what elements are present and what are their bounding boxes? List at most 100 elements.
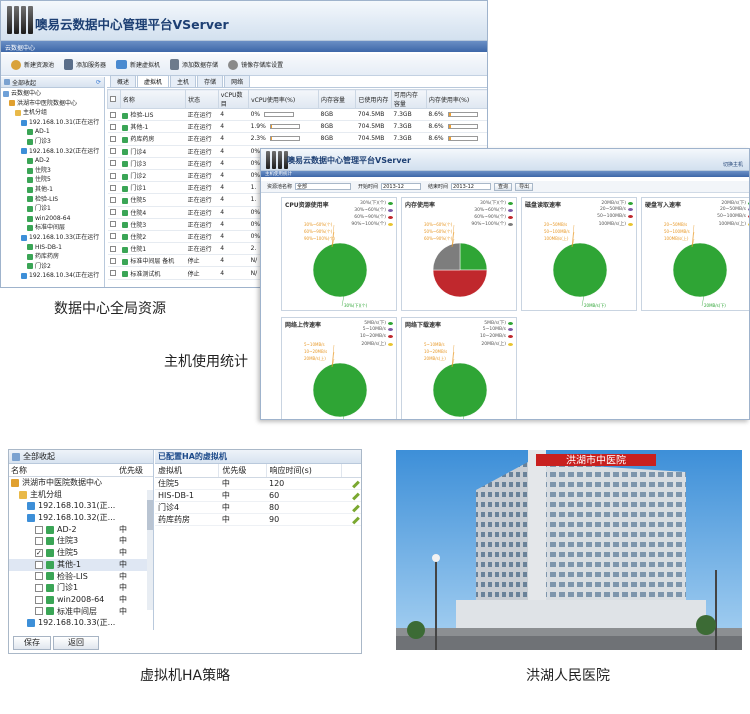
pencil-edit-icon[interactable] [351,516,360,524]
pie-slice[interactable] [312,362,368,418]
row-checkbox[interactable] [109,148,116,155]
tab-1[interactable]: 虚拟机 [137,75,170,87]
pool-select[interactable]: 全部 [295,183,352,190]
select-all-checkbox[interactable] [110,96,116,102]
tree-node-vm[interactable]: HIS-DB-1 [1,243,104,253]
new-pool-button[interactable]: 新建资源池 [11,59,54,70]
start-time-input[interactable]: 2013-12 [381,183,422,190]
add-storage-button[interactable]: 添加数据存储 [170,59,218,70]
tab-0[interactable]: 概述 [110,75,137,87]
tree-node-host[interactable]: 192.168.10.32(正在运行 [1,147,104,157]
row-select-cell[interactable] [107,266,121,280]
tab-4[interactable]: 网络 [224,75,251,87]
ha-edit-cell[interactable] [341,513,361,526]
col-header[interactable]: 内存使用率(%) [425,89,487,109]
row-checkbox[interactable] [109,135,116,142]
row-checkbox[interactable] [109,160,116,167]
ha-tree-node-dc[interactable]: 洪湖市中医院数据中心 [9,477,153,489]
tree-node-dc[interactable]: 洪湖市中医院数据中心 [1,99,104,109]
ha-vm-checkbox[interactable] [35,595,43,604]
tree-node-vm[interactable]: 标准中间层 [1,223,104,233]
col-header[interactable]: vCPU数目 [217,89,250,109]
pie-slice[interactable] [552,242,608,298]
tree-node-host[interactable]: 192.168.10.34(正在运行 [1,271,104,281]
row-select-cell[interactable] [107,169,121,183]
tree-node-vm[interactable]: 门诊3 [1,137,104,147]
image-repo-button[interactable]: 镜像存储库设置 [228,59,283,70]
ha-tree-node-vm[interactable]: 住院3 中 [9,535,153,547]
ha-edit-cell[interactable] [341,501,361,514]
row-checkbox[interactable] [109,221,116,228]
row-select-cell[interactable] [107,145,121,158]
ha-vm-row[interactable]: HIS-DB-1 中 60 [155,489,361,502]
row-checkbox[interactable] [109,196,116,203]
end-time-input[interactable]: 2013-12 [451,183,492,190]
ha-tree-node-vm[interactable]: 检验-LIS 中 [9,571,153,583]
row-select-cell[interactable] [107,120,121,134]
table-row[interactable]: 药库药房 正在运行 4 2.3% 8GB 704.5MB 7.3GB 8.6% [107,132,487,146]
row-select-cell[interactable] [107,108,121,122]
row-checkbox[interactable] [109,172,116,179]
pie-slice[interactable] [432,269,488,298]
ha-edit-cell[interactable] [341,477,361,490]
row-select-cell[interactable] [107,157,121,170]
ha-tree-node-vm[interactable]: 其他-1 中 [9,558,153,571]
pie-slice[interactable] [432,362,488,418]
ha-vm-row[interactable]: 药库药房中 90 [155,513,361,526]
col-header[interactable]: 已使用内存 [355,89,392,109]
ha-tree-node-vm[interactable]: win2008-64 中 [9,594,153,606]
ha-tree-node-folder[interactable]: 主机分组 [9,489,153,501]
pencil-edit-icon[interactable] [351,504,360,512]
select-all-header[interactable] [107,89,121,109]
tree-node-vm[interactable]: win2008-64 [1,214,104,224]
tree-node-vm[interactable]: AD-2 [1,156,104,166]
pencil-edit-icon[interactable] [351,492,360,500]
row-select-cell[interactable] [107,230,121,244]
tree-node-host[interactable]: 192.168.10.33(正在运行 [1,233,104,243]
ha-vm-checkbox[interactable] [35,607,43,616]
col-header[interactable]: 名称 [119,89,187,109]
ha-vm-row[interactable]: 住院5 中 120 [155,477,361,490]
ha-tree-node-host[interactable]: 192.168.10.31(正... [9,500,153,512]
pie-slice[interactable] [312,242,368,298]
collapse-icon[interactable] [12,452,20,461]
row-checkbox[interactable] [109,257,116,264]
query-button[interactable]: 查询 [494,182,513,191]
tree-node-vm[interactable]: 药库药房 [1,252,104,262]
col-header[interactable]: vCPU使用率(%) [248,89,320,109]
collapse-all-label[interactable]: 全部收起 [23,451,55,462]
row-checkbox[interactable] [109,209,116,216]
switch-host-link[interactable]: 切换主机 [723,161,743,168]
tree-scrollbar[interactable] [147,490,153,610]
refresh-icon[interactable]: ⟳ [96,79,101,86]
tab-3[interactable]: 存储 [197,75,224,87]
table-row[interactable]: 检验-LIS 正在运行 4 0% 8GB 704.5MB 7.3GB 8.6% [107,108,487,122]
row-checkbox[interactable] [109,233,116,240]
collapse-all-label[interactable]: 全部收起 [12,78,36,87]
new-vm-button[interactable]: 新建虚拟机 [116,60,160,69]
row-select-cell[interactable] [107,193,121,207]
add-server-button[interactable]: 添加服务器 [64,59,106,70]
tree-node-vm[interactable]: 检验-LIS [1,195,104,205]
row-checkbox[interactable] [109,245,116,252]
ha-edit-cell[interactable] [341,489,361,502]
ha-vm-checkbox[interactable] [35,572,43,581]
pie-slice[interactable] [672,242,728,298]
tab-2[interactable]: 主机 [170,75,197,87]
ha-tree-node-host[interactable]: 192.168.10.32(正... [9,512,153,524]
tree-node-vm[interactable]: AD-1 [1,127,104,137]
ha-vm-checkbox[interactable] [35,525,43,534]
tree-node-vm[interactable]: 门诊2 [1,262,104,272]
pie-slice[interactable] [432,242,461,271]
tree-node-cloud[interactable]: 云数据中心 [1,89,104,99]
export-button[interactable]: 导出 [515,182,534,191]
tree-node-vm[interactable]: 住院5 [1,175,104,185]
row-select-cell[interactable] [107,254,121,268]
tree-node-vm[interactable]: 门诊1 [1,204,104,214]
row-select-cell[interactable] [107,206,121,219]
col-header[interactable]: 可用内存容量 [390,89,427,109]
row-select-cell[interactable] [107,242,121,256]
ha-vm-checkbox[interactable]: ✓ [35,548,43,557]
ha-tree-node-vm[interactable]: 标准中间层 中 [9,606,153,618]
collapse-icon[interactable] [4,79,10,85]
